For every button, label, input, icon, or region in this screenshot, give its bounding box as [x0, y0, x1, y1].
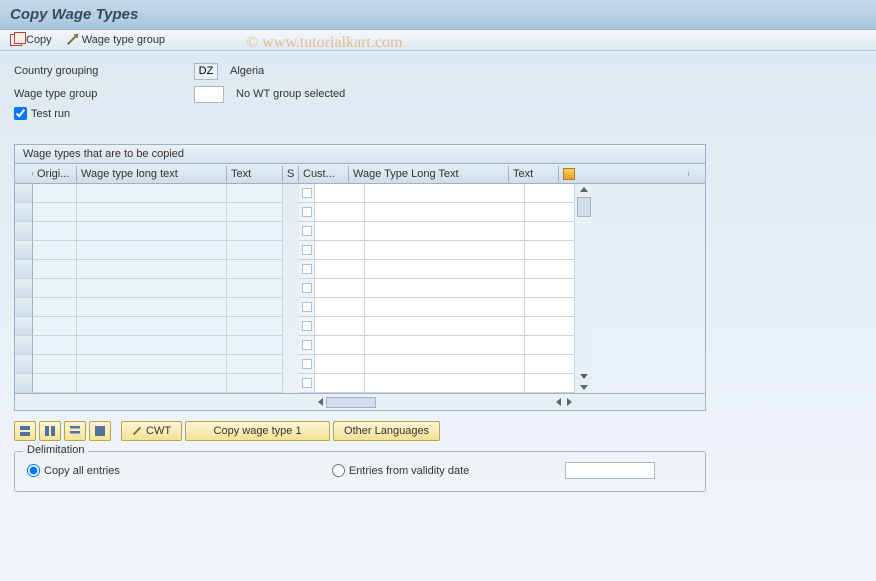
other-languages-button[interactable]: Other Languages [333, 421, 440, 441]
entries-from-radio[interactable] [332, 464, 345, 477]
table-row[interactable] [315, 203, 575, 222]
pencil-icon [67, 35, 77, 45]
table-row-checkbox[interactable] [299, 317, 315, 336]
table-row[interactable] [315, 241, 575, 260]
table-row[interactable] [15, 336, 299, 355]
table-row-checkbox[interactable] [299, 298, 315, 317]
grid-icon [95, 426, 105, 436]
table-row[interactable] [15, 355, 299, 374]
wage-types-table: Wage types that are to be copied Origi..… [14, 144, 706, 411]
table-row[interactable] [15, 317, 299, 336]
wage-type-group-label: Wage type group [14, 88, 194, 100]
grid-icon [45, 426, 55, 436]
wage-type-group-input[interactable] [194, 86, 224, 103]
col-s[interactable]: S [283, 166, 299, 182]
copy-icon [10, 34, 22, 46]
sort-button[interactable] [64, 421, 86, 441]
table-row-checkbox[interactable] [299, 241, 315, 260]
hscroll-thumb[interactable] [326, 397, 376, 408]
scroll-left-icon [318, 398, 323, 406]
grid-icon [20, 426, 30, 436]
table-row[interactable] [315, 355, 575, 374]
table-row-checkbox[interactable] [299, 184, 315, 203]
wage-type-group-desc: No WT group selected [236, 88, 345, 100]
col-origi[interactable]: Origi... [33, 166, 77, 182]
configure-icon [563, 168, 575, 180]
copy-all-label: Copy all entries [44, 465, 120, 477]
table-row-checkbox[interactable] [299, 222, 315, 241]
table-row-checkbox[interactable] [299, 336, 315, 355]
country-grouping-input[interactable] [194, 63, 218, 80]
scroll-left2-icon [556, 398, 561, 406]
pencil-icon [133, 427, 141, 435]
table-row[interactable] [15, 222, 299, 241]
scroll-down-icon [580, 374, 588, 379]
table-row[interactable] [15, 260, 299, 279]
table-body [15, 184, 705, 393]
col-text[interactable]: Text [227, 166, 283, 182]
entries-from-label: Entries from validity date [349, 465, 469, 477]
scroll-end-icon [580, 385, 588, 390]
col-wage-type-long-text-2[interactable]: Wage Type Long Text [349, 166, 509, 182]
deselect-all-button[interactable] [39, 421, 61, 441]
header-filler [577, 172, 689, 176]
table-row-checkbox[interactable] [299, 260, 315, 279]
table-title: Wage types that are to be copied [15, 145, 705, 164]
test-run-checkbox[interactable] [14, 107, 27, 120]
table-row[interactable] [315, 298, 575, 317]
table-header: Origi... Wage type long text Text S Cust… [15, 164, 705, 184]
copy-wage-type-1-button[interactable]: Copy wage type 1 [185, 421, 330, 441]
button-row: CWT Copy wage type 1 Other Languages [14, 421, 862, 441]
table-row[interactable] [15, 279, 299, 298]
wtg-label: Wage type group [82, 34, 165, 46]
col-cust[interactable]: Cust... [299, 166, 349, 182]
table-row[interactable] [315, 222, 575, 241]
validity-date-input[interactable] [565, 462, 655, 479]
country-grouping-desc: Algeria [230, 65, 264, 77]
scroll-up-icon [580, 187, 588, 192]
form-area: Country grouping Algeria Wage type group… [0, 51, 876, 130]
body-filler [593, 184, 687, 393]
table-row[interactable] [315, 260, 575, 279]
table-row[interactable] [315, 279, 575, 298]
table-row[interactable] [15, 241, 299, 260]
vertical-scrollbar[interactable] [575, 184, 593, 393]
configure-columns-button[interactable] [559, 166, 577, 182]
copy-all-radio[interactable] [27, 464, 40, 477]
select-all-button[interactable] [14, 421, 36, 441]
col-text-2[interactable]: Text [509, 166, 559, 182]
filter-button[interactable] [89, 421, 111, 441]
scroll-right-icon [567, 398, 572, 406]
table-row-checkbox[interactable] [299, 203, 315, 222]
delimitation-group: Delimitation Copy all entries Entries fr… [14, 451, 706, 492]
table-row[interactable] [15, 298, 299, 317]
cwt-label: CWT [146, 425, 171, 437]
wage-type-group-button[interactable]: Wage type group [66, 34, 165, 46]
table-row[interactable] [315, 336, 575, 355]
table-row-checkbox[interactable] [299, 355, 315, 374]
scroll-thumb[interactable] [577, 197, 591, 217]
country-grouping-label: Country grouping [14, 65, 194, 77]
page-title: Copy Wage Types [0, 0, 876, 30]
col-selector[interactable] [15, 172, 33, 176]
copy-label: Copy [26, 34, 52, 46]
table-row[interactable] [15, 374, 299, 393]
toolbar: Copy Wage type group [0, 30, 876, 51]
table-row-checkbox[interactable] [299, 279, 315, 298]
table-row[interactable] [15, 184, 299, 203]
test-run-label: Test run [31, 108, 70, 120]
grid-icon [70, 426, 80, 436]
copy-button[interactable]: Copy [10, 34, 52, 46]
table-row[interactable] [315, 374, 575, 393]
horizontal-scrollbar[interactable] [315, 397, 575, 408]
table-row[interactable] [315, 184, 575, 203]
cwt-button[interactable]: CWT [121, 421, 182, 441]
table-row[interactable] [315, 317, 575, 336]
table-row[interactable] [15, 203, 299, 222]
horizontal-scrollbar-row [15, 393, 705, 410]
delimitation-title: Delimitation [23, 444, 88, 456]
table-row-checkbox[interactable] [299, 374, 315, 393]
col-wage-type-long-text[interactable]: Wage type long text [77, 166, 227, 182]
